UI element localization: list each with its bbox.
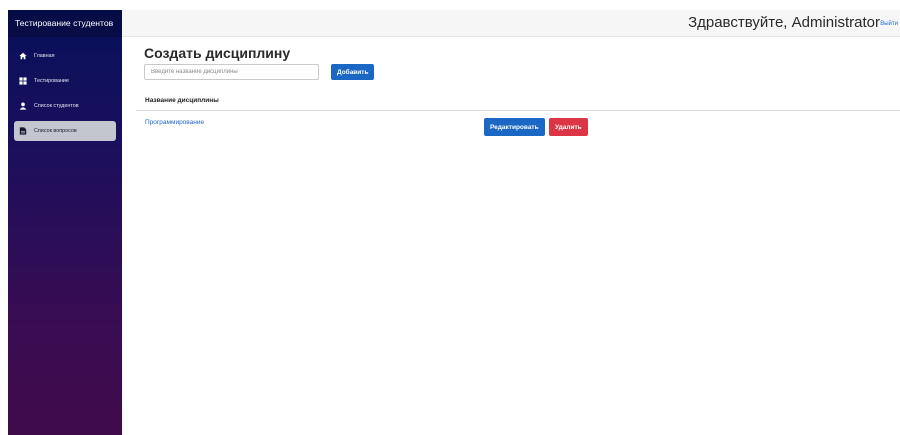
grid-icon: [18, 77, 27, 86]
add-button[interactable]: Добавить: [331, 64, 375, 80]
page-title: Создать дисциплину: [144, 45, 291, 61]
greeting-text: Здравствуйте, Administrator: [688, 14, 880, 31]
main-content: Создать дисциплину Добавить Название дис…: [122, 37, 900, 435]
sidebar-item-home[interactable]: Главная: [14, 46, 116, 66]
sidebar: Тестирование студентов Главная Тестирова…: [8, 10, 122, 435]
logout-link[interactable]: Выйти: [880, 21, 898, 27]
sidebar-item-label: Тестирование: [34, 78, 69, 84]
discipline-name-input[interactable]: [144, 64, 319, 80]
app-brand: Тестирование студентов: [8, 10, 122, 37]
discipline-link[interactable]: Программирование: [145, 119, 204, 126]
edit-button[interactable]: Редактировать: [484, 118, 545, 136]
sidebar-item-label: Список студентов: [34, 103, 79, 109]
sidebar-item-testing[interactable]: Тестирование: [14, 71, 116, 91]
top-bar: Здравствуйте, Administrator Выйти: [122, 10, 900, 37]
table-row: Программирование Редактировать Удалить: [136, 111, 900, 141]
sidebar-item-questions[interactable]: Список вопросов: [14, 121, 116, 141]
home-icon: [18, 52, 27, 61]
column-header-discipline-name: Название дисциплины: [145, 97, 219, 104]
document-icon: [18, 127, 27, 136]
sidebar-nav: Главная Тестирование Список студентов Сп…: [8, 37, 122, 141]
table-header: Название дисциплины: [136, 90, 900, 111]
sidebar-item-label: Список вопросов: [34, 128, 77, 134]
user-icon: [18, 102, 27, 111]
app-window: Тестирование студентов Главная Тестирова…: [0, 0, 900, 435]
sidebar-item-students[interactable]: Список студентов: [14, 96, 116, 116]
sidebar-item-label: Главная: [34, 53, 55, 59]
delete-button[interactable]: Удалить: [549, 118, 588, 136]
